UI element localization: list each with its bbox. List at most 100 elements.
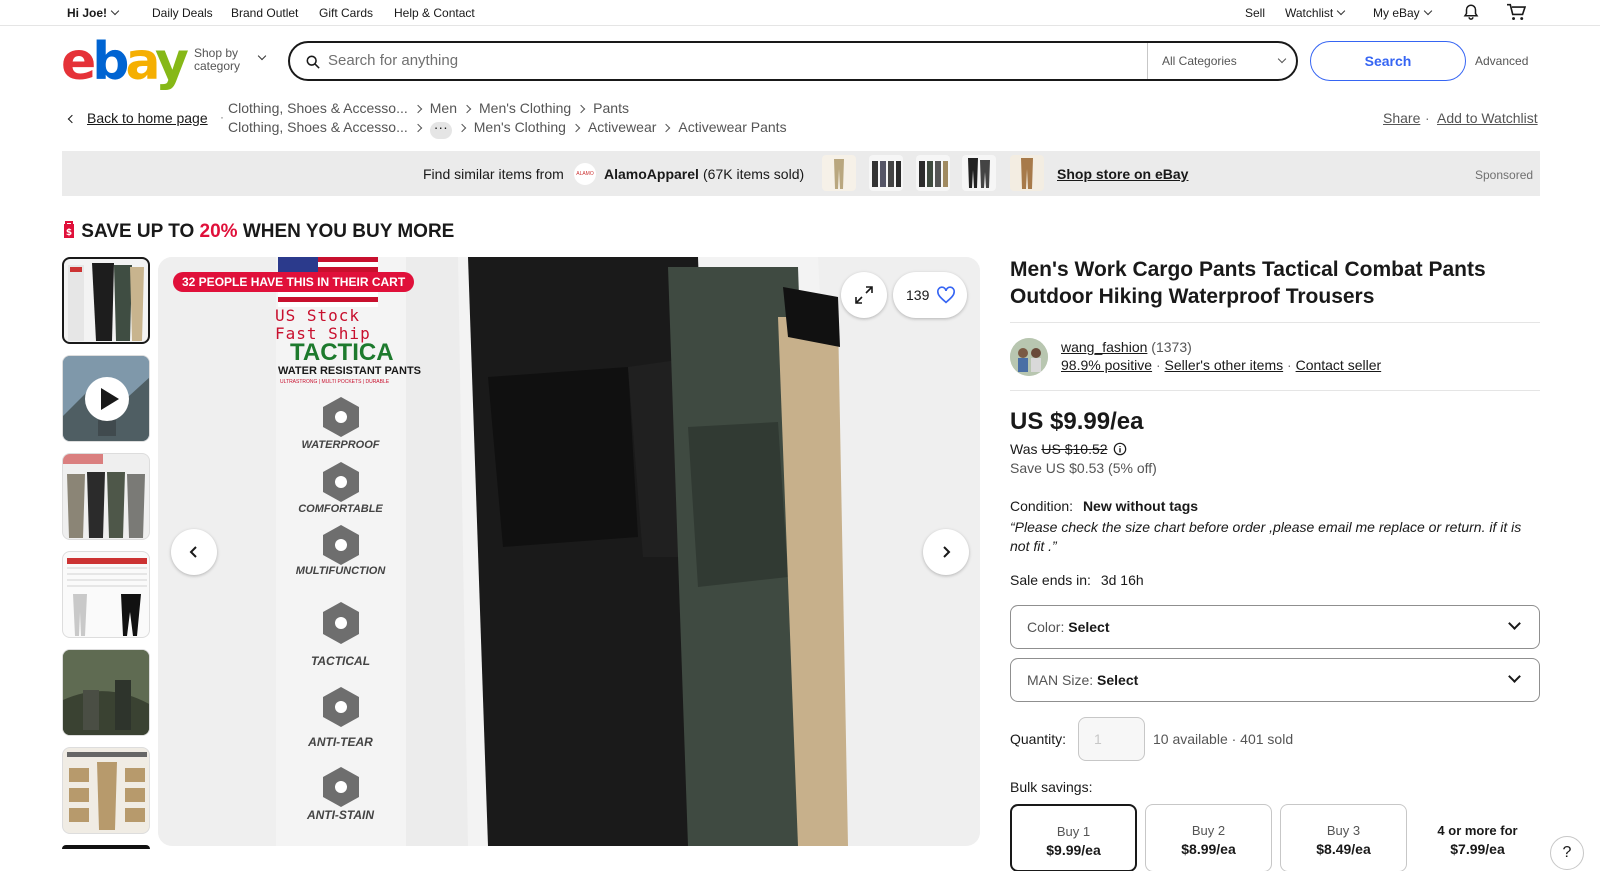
store-thumbnail[interactable] — [1010, 155, 1044, 191]
greeting-menu[interactable]: Hi Joe! — [67, 6, 120, 20]
gallery-thumbnail-4[interactable] — [62, 551, 150, 638]
breadcrumb-item[interactable]: Men — [430, 100, 457, 116]
sponsored-label: Sponsored — [1475, 168, 1534, 182]
add-watchlist-link[interactable]: Add to Watchlist — [1437, 110, 1538, 126]
bulk-option-2[interactable]: Buy 2 $8.99/ea — [1145, 804, 1272, 871]
gift-cards-link[interactable]: Gift Cards — [319, 6, 373, 20]
breadcrumb-item[interactable]: Activewear Pants — [678, 119, 786, 135]
ebay-logo[interactable]: ebay — [61, 36, 189, 88]
bulk-option-1[interactable]: Buy 1 $9.99/ea — [1010, 804, 1137, 871]
gallery-thumbnail-1[interactable] — [62, 257, 150, 344]
brand-outlet-link[interactable]: Brand Outlet — [231, 6, 298, 20]
save-prefix: SAVE UP TO — [81, 221, 195, 242]
bulk-qty: Buy 2 — [1191, 823, 1226, 838]
more-crumbs-button[interactable]: ··· — [429, 120, 452, 139]
expand-image-button[interactable] — [841, 272, 887, 318]
expand-icon — [855, 286, 873, 304]
feature-label: ANTI-STAIN — [306, 808, 375, 822]
breadcrumb-item[interactable]: Pants — [593, 100, 629, 116]
quantity-input[interactable]: 1 — [1078, 717, 1145, 761]
sale-value: 3d 16h — [1100, 572, 1144, 588]
chevron-right-icon — [943, 546, 951, 558]
category-label: category — [194, 59, 241, 73]
sell-link[interactable]: Sell — [1245, 6, 1265, 20]
breadcrumb-row-2: Clothing, Shoes & Accesso... ··· Men's Clo… — [228, 119, 787, 139]
breadcrumb-item[interactable]: Men's Clothing — [479, 100, 571, 116]
dot-separator: · — [1287, 357, 1292, 373]
savings-text: Save US $0.53 (5% off) — [1010, 460, 1157, 476]
dot-separator: · — [1155, 357, 1161, 373]
crumb-dot: · — [1425, 110, 1430, 126]
info-icon[interactable] — [1113, 442, 1127, 456]
gallery-thumbnail-6[interactable] — [62, 747, 150, 834]
bell-icon[interactable] — [1462, 3, 1480, 24]
my-ebay-label: My eBay — [1373, 6, 1420, 20]
store-name: AlamoApparel — [604, 166, 699, 182]
back-home-link[interactable]: Back to home page — [63, 110, 208, 126]
breadcrumb-item[interactable]: Activewear — [588, 119, 656, 135]
gallery-thumbnail-2[interactable] — [62, 355, 150, 442]
gallery-thumbnail-7[interactable] — [62, 845, 150, 849]
chevron-right-icon — [413, 123, 423, 133]
gallery-thumbnail-3[interactable] — [62, 453, 150, 540]
sponsored-store-banner[interactable]: Find similar items from ALAMO AlamoAppar… — [62, 151, 1540, 196]
contact-seller-link[interactable]: Contact seller — [1296, 357, 1382, 373]
breadcrumb-item[interactable]: Clothing, Shoes & Accesso... — [228, 100, 408, 116]
watch-button[interactable]: 139 — [893, 272, 967, 318]
bulk-option-4[interactable]: 4 or more for $7.99/ea — [1414, 804, 1541, 871]
us-stock-text: US Stock — [275, 306, 361, 325]
previous-image-button[interactable] — [171, 529, 217, 575]
seller-name-link[interactable]: wang_fashion — [1061, 339, 1147, 355]
seller-avatar[interactable] — [1010, 338, 1048, 376]
chevron-left-icon — [67, 114, 77, 124]
search-input[interactable]: Search for anything — [328, 52, 458, 69]
greeting-text: Hi Joe! — [67, 6, 108, 20]
search-button[interactable]: Search — [1310, 41, 1466, 81]
next-image-button[interactable] — [923, 529, 969, 575]
positive-feedback-link[interactable]: 98.9% positive — [1061, 357, 1152, 373]
find-similar-text: Find similar items from — [423, 166, 564, 182]
size-select-label: MAN Size: — [1027, 672, 1094, 688]
shop-store-link[interactable]: Shop store on eBay — [1057, 166, 1188, 182]
category-select[interactable]: All Categories — [1147, 43, 1298, 79]
seller-note: “Please check the size chart before orde… — [1010, 519, 1522, 554]
search-bar: Search for anything All Categories — [288, 41, 1298, 81]
store-thumbnail[interactable] — [869, 155, 903, 191]
gallery-thumbnail-5[interactable] — [62, 649, 150, 736]
brand-text: TACTICA — [290, 339, 394, 366]
main-product-image[interactable]: 32 PEOPLE HAVE THIS IN THEIR CART US Sto… — [158, 257, 980, 846]
product-price: US $9.99/ea — [1010, 408, 1144, 435]
bulk-qty: Buy 1 — [1056, 824, 1091, 839]
seller-other-items-link[interactable]: Seller's other items — [1165, 357, 1284, 373]
items-sold: (67K items sold) — [703, 166, 805, 182]
search-icon — [306, 55, 320, 69]
chevron-left-icon — [189, 546, 197, 558]
share-link[interactable]: Share — [1383, 110, 1420, 126]
feature-label: WATERPROOF — [301, 439, 380, 451]
cart-icon[interactable] — [1506, 3, 1527, 24]
breadcrumb-item[interactable]: Clothing, Shoes & Accesso... — [228, 119, 408, 135]
chevron-down-icon — [1423, 6, 1432, 16]
advanced-search-link[interactable]: Advanced — [1475, 54, 1528, 68]
bulk-option-3[interactable]: Buy 3 $8.49/ea — [1280, 804, 1407, 871]
size-select[interactable]: MAN Size: Select — [1010, 658, 1540, 702]
store-thumbnail[interactable] — [822, 155, 856, 191]
tagline-text: ULTRASTRONG | MULTI POCKETS | DURABLE — [280, 379, 390, 385]
help-contact-link[interactable]: Help & Contact — [394, 6, 475, 20]
watchlist-menu[interactable]: Watchlist — [1285, 6, 1346, 20]
store-logo: ALAMO — [574, 163, 596, 185]
color-select-value: Select — [1068, 619, 1110, 635]
my-ebay-menu[interactable]: My eBay — [1373, 6, 1432, 20]
help-button[interactable]: ? — [1550, 836, 1584, 870]
subtitle-text: WATER RESISTANT PANTS — [278, 365, 421, 377]
shop-by-category-button[interactable]: Shop by category — [194, 47, 267, 73]
daily-deals-link[interactable]: Daily Deals — [152, 6, 213, 20]
chevron-down-icon — [1508, 670, 1521, 683]
chevron-right-icon — [413, 104, 423, 114]
store-thumbnail[interactable] — [962, 155, 996, 191]
seller-links: 98.9% positive · Seller's other items · … — [1061, 357, 1381, 373]
breadcrumb-item[interactable]: Men's Clothing — [474, 119, 566, 135]
color-select[interactable]: Color: Select — [1010, 605, 1540, 649]
store-thumbnail[interactable] — [916, 155, 950, 191]
chevron-down-icon — [110, 6, 120, 16]
